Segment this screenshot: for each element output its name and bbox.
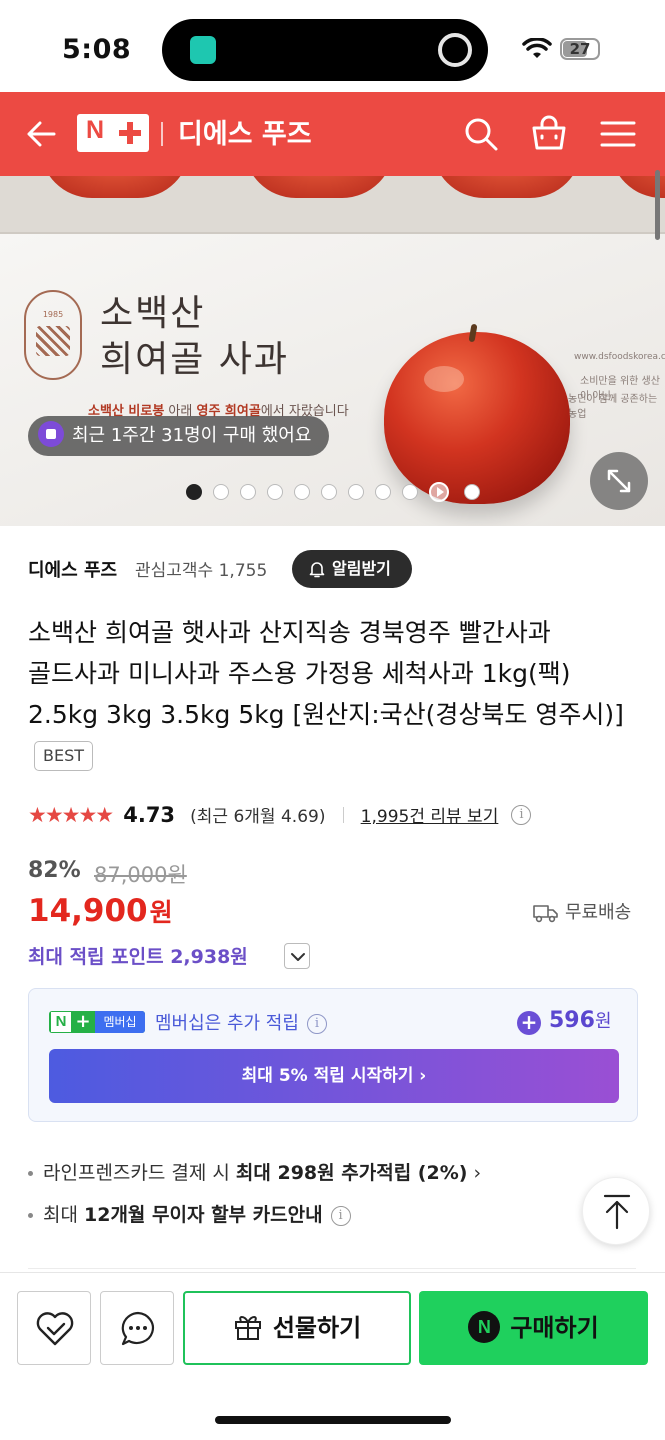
carousel-dot[interactable] xyxy=(267,484,283,500)
carousel-dot[interactable] xyxy=(402,484,418,500)
plus-icon xyxy=(119,122,141,144)
chat-bubble-icon xyxy=(121,1311,154,1346)
membership-message: 멤버십은 추가 적립 i xyxy=(155,1009,327,1035)
product-image-carousel[interactable]: 1985 소백산 희여골 사과 소백산 비로봉 아래 영주 희여골에서 자랐습니… xyxy=(0,176,665,526)
gift-icon xyxy=(234,1316,261,1340)
notify-button[interactable]: 알림받기 xyxy=(292,550,412,588)
seller-name[interactable]: 디에스 푸즈 xyxy=(28,556,117,582)
installment-line[interactable]: 최대 12개월 무이자 할부 카드안내 i xyxy=(28,1200,351,1227)
plus-circle-icon: + xyxy=(517,1011,541,1035)
recent-rating: (최근 6개월 4.69) xyxy=(190,807,326,827)
naver-pay-icon: N xyxy=(468,1311,501,1343)
carousel-dot[interactable] xyxy=(213,484,229,500)
expand-icon xyxy=(607,469,631,493)
battery-level: 27 xyxy=(569,40,591,58)
bell-plus-icon xyxy=(309,562,325,578)
followers-count: 관심고객수 1,755 xyxy=(135,561,268,581)
start-membership-button[interactable]: 최대 5% 적립 시작하기 › xyxy=(49,1049,619,1103)
product-title: 소백산 희여골 햇사과 산지직송 경북영주 빨간사과 골드사과 미니사과 주스용… xyxy=(28,612,643,776)
search-icon[interactable] xyxy=(463,116,499,152)
recent-buyers-badge: 최근 1주간 31명이 구매 했어요 xyxy=(28,416,330,456)
delivery-truck-icon xyxy=(533,905,558,923)
apple-image xyxy=(384,323,570,504)
talk-talk-button[interactable] xyxy=(100,1291,174,1365)
box-title-line1: 소백산 xyxy=(100,293,206,334)
best-badge: BEST xyxy=(34,741,94,771)
naver-plus-store-logo[interactable]: N xyxy=(77,114,149,152)
sale-price: 14,900원 xyxy=(28,893,173,929)
box-website: www.dsfoodskorea.com xyxy=(574,352,665,362)
shopping-bag-badge-icon xyxy=(38,421,64,447)
box-title-line2: 희여골 사과 xyxy=(100,339,290,380)
rating-row: ★★★★★ 4.73 (최근 6개월 4.69) 1,995건 리뷰 보기 i xyxy=(28,802,532,832)
carousel-dot[interactable] xyxy=(464,484,480,500)
membership-extra-points: 596원 xyxy=(549,1008,612,1033)
carousel-dot[interactable] xyxy=(294,484,310,500)
farm-seal-logo: 1985 xyxy=(24,290,82,380)
carousel-dot[interactable] xyxy=(375,484,391,500)
battery-icon: 27 xyxy=(560,38,600,60)
star-rating-icon: ★★★★★ xyxy=(28,802,114,827)
info-icon[interactable]: i xyxy=(511,804,532,825)
shopping-bag-icon[interactable] xyxy=(530,114,568,152)
max-points: 최대 적립 포인트 2,938원 xyxy=(28,946,248,968)
back-arrow-icon[interactable] xyxy=(26,120,56,148)
membership-badge: N + 멤버십 xyxy=(49,1011,145,1033)
recording-ring-icon xyxy=(438,33,472,67)
info-icon[interactable]: i xyxy=(330,1205,351,1226)
reviews-link[interactable]: 1,995건 리뷰 보기 xyxy=(361,802,499,827)
status-time: 5:08 xyxy=(62,34,132,65)
points-expand-button[interactable] xyxy=(284,943,310,969)
carousel-dot[interactable] xyxy=(240,484,256,500)
scrollbar[interactable] xyxy=(655,170,660,240)
fullscreen-button[interactable] xyxy=(590,452,648,510)
box-note: 농민이 함께 공존하는 농업 xyxy=(568,394,658,420)
rating-score: 4.73 xyxy=(123,802,176,827)
heart-check-icon xyxy=(36,1312,74,1346)
arrow-up-icon xyxy=(603,1194,631,1230)
store-header: N 디에스 푸즈 xyxy=(0,92,665,176)
carousel-dot[interactable] xyxy=(348,484,364,500)
voice-memo-app-icon xyxy=(190,36,216,64)
video-play-icon[interactable] xyxy=(429,482,449,502)
card-benefit-line[interactable]: 라인프렌즈카드 결제 시 최대 298원 추가적립 (2%) › xyxy=(28,1158,481,1185)
wifi-icon xyxy=(522,38,552,58)
menu-icon[interactable] xyxy=(600,120,636,148)
chevron-down-icon xyxy=(291,953,305,961)
carousel-dot[interactable] xyxy=(186,484,202,500)
dynamic-island xyxy=(162,19,488,81)
discount-rate: 82% xyxy=(28,858,81,883)
shipping-info: 무료배송 xyxy=(533,898,631,924)
status-bar: 5:08 27 xyxy=(0,0,665,92)
buy-button[interactable]: N 구매하기 xyxy=(419,1291,648,1365)
header-divider xyxy=(161,122,163,146)
home-indicator xyxy=(215,1416,451,1424)
original-price: 87,000원 xyxy=(94,863,187,887)
wishlist-button[interactable] xyxy=(17,1291,91,1365)
info-icon[interactable]: i xyxy=(306,1014,327,1034)
store-name[interactable]: 디에스 푸즈 xyxy=(178,112,312,151)
membership-card: N + 멤버십 멤버십은 추가 적립 i + 596원 최대 5% 적립 시작하기… xyxy=(28,988,638,1122)
scroll-to-top-button[interactable] xyxy=(582,1177,650,1245)
carousel-dot[interactable] xyxy=(321,484,337,500)
gift-button[interactable]: 선물하기 xyxy=(183,1291,411,1365)
